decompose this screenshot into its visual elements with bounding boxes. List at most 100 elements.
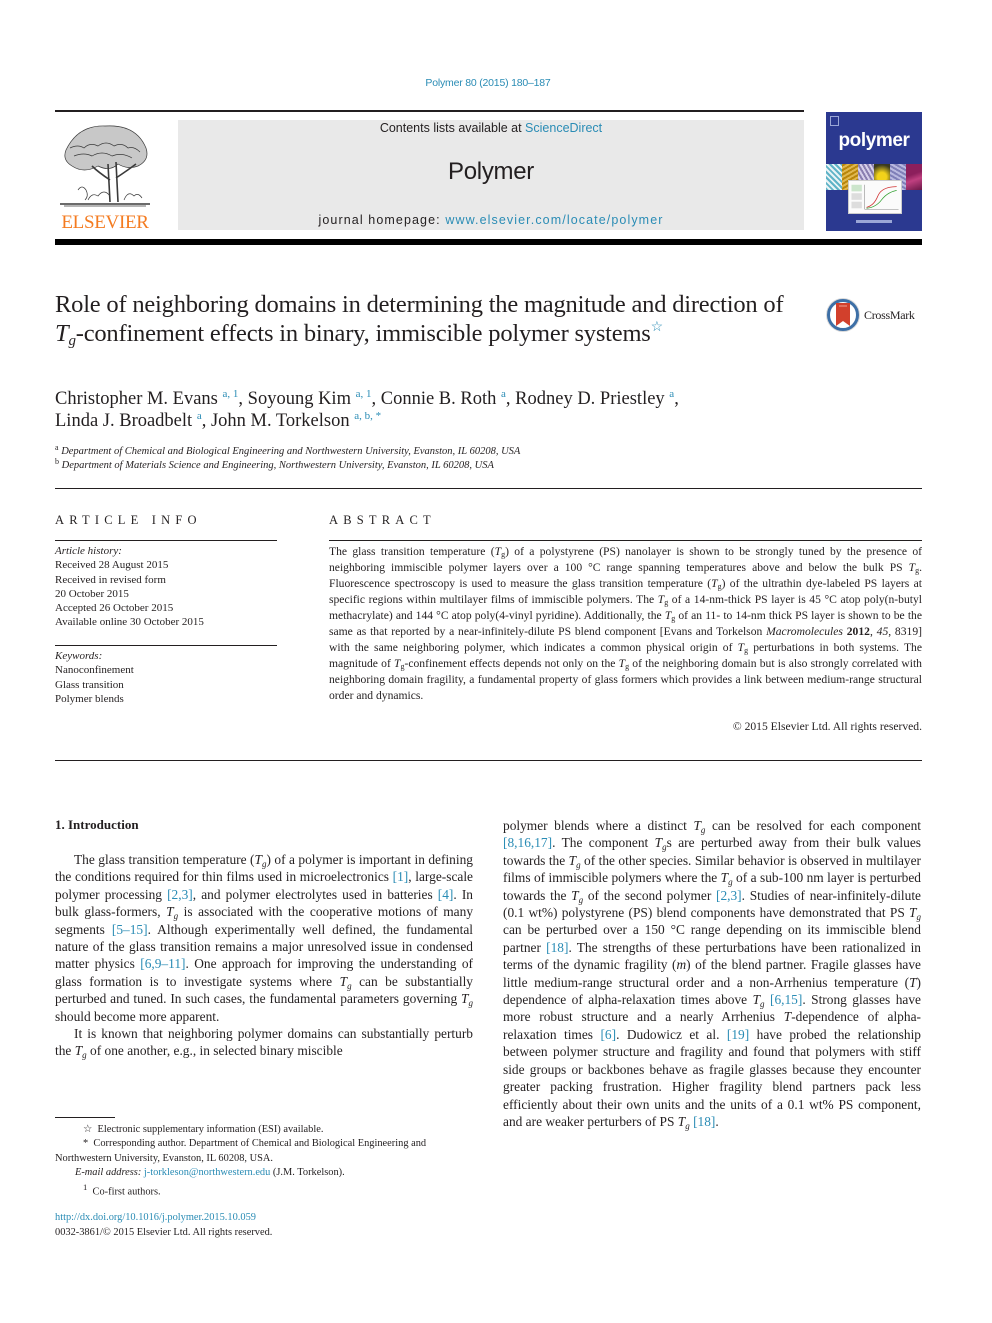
body-column-left: The glass transition temperature (Tg) of… [55,851,473,1060]
keyword: Glass transition [55,678,124,691]
cover-title: polymer [838,130,910,151]
section-rule [55,760,922,761]
column-break-text: of one another, e.g., in selected binary… [86,1043,343,1059]
abstract-heading: ABSTRACT [329,513,436,527]
italic-text: m [676,957,687,973]
keyword: Polymer blends [55,692,124,705]
article-history: Article history: Received 28 August 2015… [55,544,277,630]
article-info-rule [55,540,277,541]
article-title: Role of neighboring domains in determini… [55,290,795,349]
contents-line: Contents lists available at ScienceDirec… [178,121,804,135]
italic-text: T [254,852,262,867]
title-tg-subscript: g [68,333,76,349]
text-run: polymer blends where a distinct [503,818,694,833]
reference-link[interactable]: [1] [393,869,409,884]
reference-link[interactable]: [6,9–11] [140,956,185,971]
history-item: Received 28 August 2015 [55,559,169,572]
reference-link[interactable]: [6,15] [770,992,802,1007]
cover-graph-icon [848,180,902,214]
affiliation: b Department of Materials Science and En… [55,457,494,472]
header-thick-rule [55,239,922,245]
italic-text: T [909,905,917,921]
italic-text: T [339,973,348,989]
abstract-rule [329,540,922,541]
article-info-rule [55,645,277,646]
title-text-2: -confinement effects in binary, immiscib… [75,320,651,347]
text-run: 2012 [846,625,870,638]
italic-text: T [166,904,174,920]
history-item: Accepted 26 October 2015 [55,602,174,615]
journal-citation[interactable]: Polymer 80 (2015) 180–187 [0,77,976,89]
history-item: Received in revised form [55,573,166,586]
title-text-1: Role of neighboring domains in determini… [55,291,784,318]
journal-name: Polymer [448,158,534,185]
author[interactable]: Soyoung Kim a, 1 [248,388,372,410]
reference-link[interactable]: [4] [438,887,454,902]
footnote-corresponding: * Corresponding author. Department of Ch… [55,1138,427,1164]
italic-text: T [752,992,761,1008]
paragraph: It is known that neighboring polymer dom… [55,1025,473,1060]
keywords-label: Keywords: [55,650,103,662]
tg-subscript: g [468,998,474,1009]
author-affiliation-mark[interactable]: a, 1 [356,388,372,400]
author-affiliation-mark[interactable]: a, b, * [354,410,381,422]
text-run: The glass transition temperature ( [74,852,255,867]
reference-link[interactable]: [8,16,17] [503,835,552,850]
cover-emblem-icon [830,116,839,126]
author-list: Christopher M. Evans a, 1, Soyoung Kim a… [55,388,679,432]
italic-text: T [568,852,577,868]
reference-link[interactable]: [2,3] [716,888,742,903]
reference-link[interactable]: [5–15] [112,922,148,937]
journal-cover-thumbnail[interactable]: polymer [826,112,922,231]
paragraph: The glass transition temperature (Tg) of… [55,851,473,1025]
sciencedirect-link[interactable]: ScienceDirect [525,121,602,135]
body-column-right: polymer blends where a distinct Tg can b… [503,817,921,1130]
journal-masthead: Contents lists available at ScienceDirec… [178,120,804,230]
keywords: Keywords: Nanoconfinement Glass transiti… [55,649,277,706]
text-run: The glass transition temperature ( [329,545,495,558]
paragraph: polymer blends where a distinct Tg can b… [503,817,921,1130]
elsevier-logo[interactable]: ELSEVIER [52,120,158,233]
reference-link[interactable]: [19] [727,1027,749,1042]
text-run: . Dudowicz et al. [616,1026,727,1042]
author[interactable]: Connie B. Roth a [381,389,506,410]
crossmark-badge[interactable]: CrossMark [825,297,925,335]
reference-link[interactable]: [18] [546,940,568,955]
italic-text: T [461,991,469,1007]
history-item: 20 October 2015 [55,587,129,600]
footnote-email: E-mail address: j-torkleson@northwestern… [75,1166,345,1178]
doi-block: http://dx.doi.org/10.1016/j.polymer.2015… [55,1210,473,1240]
cover-footer-text [856,220,892,223]
elsevier-wordmark: ELSEVIER [61,212,149,233]
text-run: , and polymer electrolytes used in batte… [192,886,438,902]
doi-link[interactable]: http://dx.doi.org/10.1016/j.polymer.2015… [55,1210,473,1225]
author-affiliation-mark[interactable]: a, 1 [223,388,239,400]
tg-subscript: g [760,999,765,1010]
footnote-rule [55,1117,115,1118]
footnote-cofirst: 1 Co-first authors. [83,1182,161,1198]
footnote-esi: ☆ Electronic supplementary information (… [83,1124,324,1135]
italic-text: 45 [876,625,889,638]
footnotes: ☆ Electronic supplementary information (… [55,1123,473,1200]
email-link[interactable]: j-torkleson@northwestern.edu [144,1167,270,1178]
italic-text: Macromolecules [766,625,843,638]
crossmark-label: CrossMark [864,308,915,322]
text-run: can be resolved for each component [705,818,922,833]
text-run: . The component [552,835,655,851]
author[interactable]: Linda J. Broadbelt a [55,411,202,432]
title-footnote-star[interactable]: ☆ [651,320,664,335]
author[interactable]: John M. Torkelson a, b, * [211,410,381,432]
homepage-link[interactable]: www.elsevier.com/locate/polymer [445,213,663,227]
issn-copyright: 0032-3861/© 2015 Elsevier Ltd. All right… [55,1227,273,1238]
text-run: -confinement effects depends not only on… [404,657,619,670]
reference-link[interactable]: [18] [693,1114,715,1129]
reference-link[interactable]: [6] [600,1027,616,1042]
crossmark-icon [826,298,860,332]
contents-prefix: Contents lists available at [379,121,526,135]
reference-link[interactable]: [2,3] [167,887,193,902]
text-run: . [715,1113,719,1129]
keyword: Nanoconfinement [55,664,134,677]
author[interactable]: Rodney D. Priestley a [515,389,674,410]
author[interactable]: Christopher M. Evans a, 1 [55,388,239,410]
italic-text: T [693,818,701,833]
